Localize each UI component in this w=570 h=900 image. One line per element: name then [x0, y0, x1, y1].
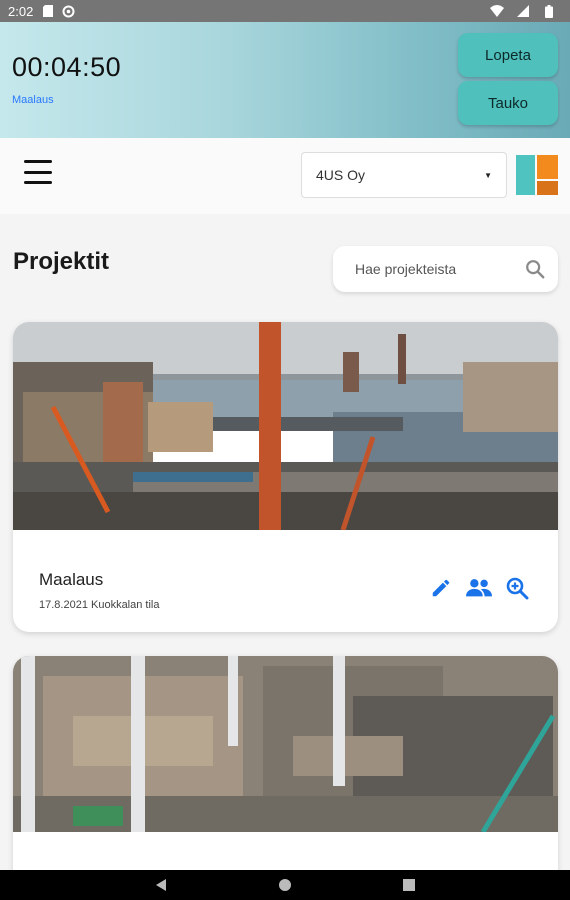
menu-icon[interactable] [24, 160, 52, 184]
app-toolbar: 4US Oy ▼ [0, 138, 570, 214]
wifi-icon [490, 4, 504, 18]
elapsed-timer: 00:04:50 [12, 52, 122, 82]
project-meta: 17.8.2021 Kuokkalan tila [39, 599, 160, 611]
project-photo-construction-site [13, 656, 558, 832]
app-logo [516, 155, 558, 195]
project-card[interactable] [13, 656, 558, 896]
people-icon[interactable] [466, 576, 492, 600]
timer-bar: 00:04:50 Maalaus Lopeta Tauko [0, 22, 570, 138]
project-card[interactable]: Maalaus 17.8.2021 Kuokkalan tila [13, 322, 558, 632]
project-actions [428, 576, 530, 600]
page-title: Projektit [13, 248, 110, 275]
project-search [333, 246, 558, 292]
back-icon[interactable] [153, 877, 169, 893]
company-select[interactable]: 4US Oy ▼ [301, 152, 507, 198]
stop-button[interactable]: Lopeta [458, 33, 558, 77]
dropdown-caret-icon: ▼ [484, 170, 492, 180]
status-bar: 2:02 [0, 0, 570, 22]
project-photo-city-construction [13, 322, 558, 530]
search-icon[interactable] [524, 258, 546, 280]
sync-icon [61, 4, 75, 18]
signal-icon [516, 4, 530, 18]
pencil-icon[interactable] [428, 576, 454, 600]
search-input[interactable] [355, 261, 505, 277]
project-name: Maalaus [39, 570, 104, 589]
recents-icon[interactable] [401, 877, 417, 893]
status-time: 2:02 [8, 3, 34, 19]
sd-card-icon [41, 4, 55, 18]
battery-icon [542, 4, 556, 18]
timer-task-link[interactable]: Maalaus [12, 94, 54, 106]
pause-button[interactable]: Tauko [458, 81, 558, 125]
system-nav-bar [0, 870, 570, 900]
company-select-value: 4US Oy [316, 167, 366, 183]
home-icon[interactable] [277, 877, 293, 893]
zoom-in-icon[interactable] [504, 576, 530, 600]
